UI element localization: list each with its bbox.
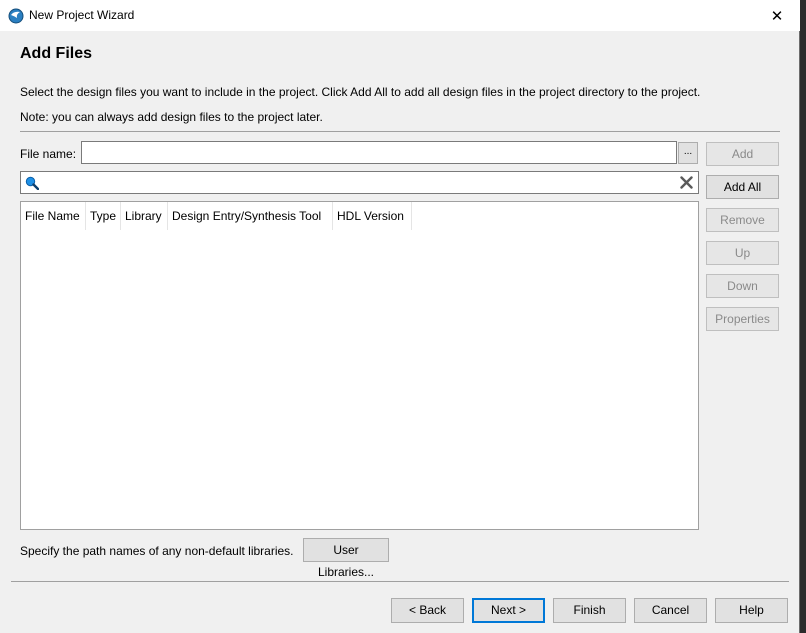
page-description: Select the design files you want to incl…	[20, 85, 701, 99]
browse-button[interactable]: ...	[678, 142, 698, 164]
page-note: Note: you can always add design files to…	[20, 110, 323, 124]
finish-button[interactable]: Finish	[553, 598, 626, 623]
down-button[interactable]: Down	[706, 274, 779, 298]
header-divider	[20, 131, 780, 132]
close-button[interactable]: ✕	[754, 0, 800, 31]
column-header-file-name[interactable]: File Name	[21, 202, 86, 230]
footer-divider	[11, 581, 789, 582]
page-title: Add Files	[20, 45, 93, 62]
add-all-button[interactable]: Add All	[706, 175, 779, 199]
remove-button[interactable]: Remove	[706, 208, 779, 232]
filter-box	[20, 171, 699, 194]
properties-button[interactable]: Properties	[706, 307, 779, 331]
window-title: New Project Wizard	[29, 8, 135, 22]
table-header: File Name Type Library Design Entry/Synt…	[21, 202, 412, 230]
title-bar: New Project Wizard ✕	[0, 0, 800, 31]
column-header-design-entry-tool[interactable]: Design Entry/Synthesis Tool	[168, 202, 333, 230]
add-button[interactable]: Add	[706, 142, 779, 166]
file-name-input[interactable]	[81, 141, 677, 164]
libraries-label: Specify the path names of any non-defaul…	[20, 544, 294, 558]
files-table[interactable]: File Name Type Library Design Entry/Synt…	[20, 201, 699, 530]
user-libraries-button[interactable]: User Libraries...	[303, 538, 389, 579]
close-icon: ✕	[770, 7, 784, 25]
new-project-wizard-window: New Project Wizard ✕ Add Files Select th…	[0, 0, 800, 633]
cancel-button[interactable]: Cancel	[634, 598, 707, 623]
column-header-hdl-version[interactable]: HDL Version	[333, 202, 412, 230]
file-name-label: File name:	[20, 147, 77, 161]
column-header-type[interactable]: Type	[86, 202, 121, 230]
next-button[interactable]: Next >	[472, 598, 545, 623]
column-header-library[interactable]: Library	[121, 202, 168, 230]
clear-filter-icon[interactable]	[680, 176, 693, 189]
filter-input[interactable]	[43, 173, 677, 194]
back-button[interactable]: < Back	[391, 598, 464, 623]
search-icon	[25, 176, 40, 191]
up-button[interactable]: Up	[706, 241, 779, 265]
app-logo-icon	[8, 8, 24, 24]
help-button[interactable]: Help	[715, 598, 788, 623]
